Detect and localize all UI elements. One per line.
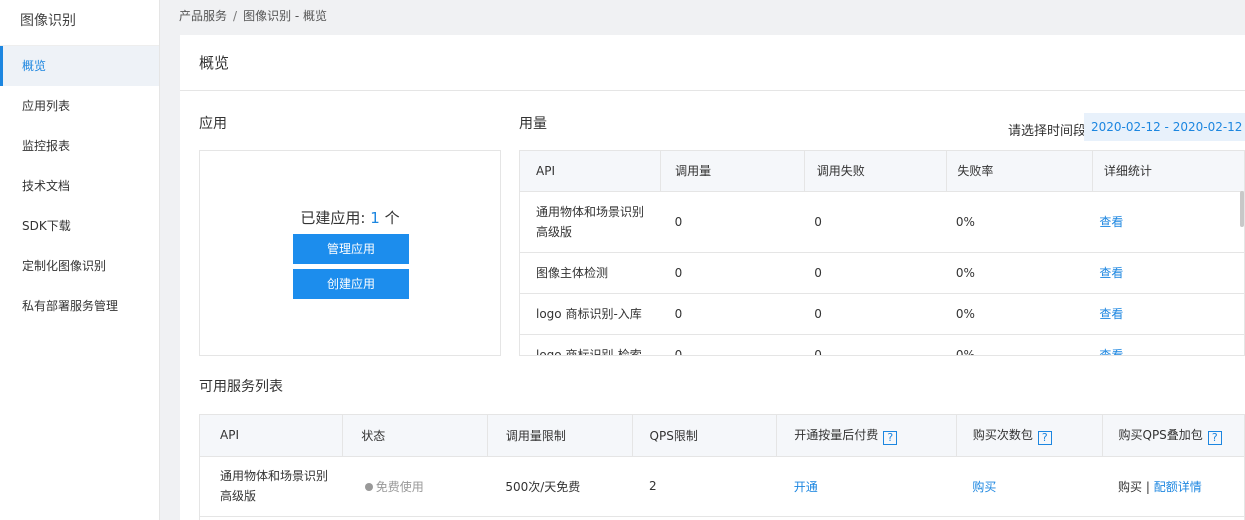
- table-row: 图像主体检测 0 0 0% 查看: [520, 252, 1244, 294]
- breadcrumb: 产品服务 / 图像识别 - 概览: [160, 0, 1245, 34]
- enable-postpay-link[interactable]: 开通: [794, 480, 818, 494]
- sidebar-item-overview[interactable]: 概览: [0, 46, 159, 86]
- view-stats-link[interactable]: 查看: [1099, 307, 1123, 321]
- status-text: 免费使用: [375, 479, 424, 494]
- api-name: 通用物体和场景识别: [220, 469, 329, 483]
- apps-card: 已建应用: 1 个 管理应用 创建应用: [199, 150, 501, 356]
- date-range-value: 2020-02-12 - 2020-02-12: [1091, 120, 1243, 134]
- date-range-picker[interactable]: 2020-02-12 - 2020-02-12: [1084, 113, 1245, 141]
- sidebar: 图像识别 概览 应用列表 监控报表 技术文档 SDK下载 定制化图像识别 私有部…: [0, 0, 160, 520]
- svc-col-postpay-label: 开通按量后付费: [794, 427, 879, 442]
- app-count-label: 已建应用:: [300, 209, 366, 227]
- usage-col-calls: 调用量: [660, 151, 805, 192]
- usage-fails-cell: 0: [804, 191, 947, 253]
- api-name-sub: 高级版: [536, 224, 573, 239]
- usage-rate-cell: 0%: [946, 334, 1093, 355]
- apps-section-title: 应用: [199, 116, 227, 132]
- usage-fails-cell: 0: [804, 293, 947, 335]
- usage-calls-cell: 0: [660, 191, 805, 253]
- services-section-title: 可用服务列表: [199, 379, 283, 395]
- breadcrumb-root[interactable]: 产品服务: [179, 9, 227, 23]
- svc-col-qps-pack: 购买QPS叠加包?: [1102, 415, 1244, 457]
- usage-table-container: API 调用量 调用失败 失败率 详细统计 通用物体和场景识别 高级版 0 0 0…: [519, 150, 1245, 356]
- help-icon[interactable]: ?: [1207, 430, 1222, 445]
- app-count-value: 1: [370, 209, 380, 227]
- help-icon[interactable]: ?: [883, 430, 898, 445]
- app-count-unit: 个: [384, 209, 400, 227]
- manage-apps-button[interactable]: 管理应用: [293, 234, 409, 264]
- table-row: logo 商标识别-检索 0 0 0% 查看: [520, 334, 1244, 355]
- services-table-container: API 状态 调用量限制 QPS限制 开通按量后付费? 购买次数包? 购买QPS…: [199, 414, 1245, 520]
- create-app-button[interactable]: 创建应用: [293, 269, 409, 299]
- svc-qps-cell: 2: [632, 456, 777, 517]
- usage-calls-cell: 0: [660, 334, 805, 355]
- date-range-label: 请选择时间段: [1008, 124, 1087, 139]
- quota-details-link[interactable]: 配额详情: [1154, 480, 1202, 494]
- usage-rate-cell: 0%: [946, 293, 1093, 335]
- usage-api-cell: 通用物体和场景识别 高级版: [520, 191, 661, 253]
- usage-api-cell: logo 商标识别-入库: [520, 293, 661, 335]
- usage-calls-cell: 0: [660, 293, 805, 335]
- svc-col-api: API: [200, 415, 344, 457]
- svc-col-qps: QPS限制: [632, 415, 778, 457]
- table-row: 通用物体和场景识别 高级版 0 0 0% 查看: [520, 191, 1244, 253]
- usage-fails-cell: 0: [804, 252, 947, 294]
- api-name-sub: 高级版: [220, 489, 257, 503]
- services-table-header: API 状态 调用量限制 QPS限制 开通按量后付费? 购买次数包? 购买QPS…: [200, 415, 1244, 457]
- services-table: API 状态 调用量限制 QPS限制 开通按量后付费? 购买次数包? 购买QPS…: [200, 415, 1244, 517]
- usage-table-scrollbar[interactable]: [1240, 191, 1244, 227]
- svc-api-cell: 通用物体和场景识别 高级版: [200, 456, 343, 517]
- main-panel: 概览 应用 已建应用: 1 个 管理应用 创建应用 用量 请选择时间段 2020…: [180, 35, 1245, 520]
- usage-rate-cell: 0%: [946, 191, 1093, 253]
- svc-limit-cell: 500次/天免费: [487, 456, 633, 517]
- usage-col-detail: 详细统计: [1092, 151, 1244, 192]
- api-name: 通用物体和场景识别: [536, 204, 645, 219]
- usage-calls-cell: 0: [660, 252, 805, 294]
- svc-col-status: 状态: [342, 415, 488, 457]
- usage-col-api: API: [520, 151, 662, 192]
- svc-col-qps-pack-label: 购买QPS叠加包: [1118, 427, 1203, 442]
- usage-section-title: 用量: [519, 116, 547, 132]
- view-stats-link[interactable]: 查看: [1099, 266, 1123, 280]
- svc-col-pack-label: 购买次数包: [972, 427, 1033, 442]
- breadcrumb-separator: /: [233, 9, 238, 23]
- view-stats-link[interactable]: 查看: [1099, 215, 1123, 229]
- usage-api-cell: 图像主体检测: [520, 252, 661, 294]
- usage-fails-cell: 0: [804, 334, 947, 355]
- usage-table-header: API 调用量 调用失败 失败率 详细统计: [520, 151, 1244, 192]
- svc-qps-pack-cell: 购买 | 配额详情: [1102, 456, 1244, 517]
- usage-col-fails: 调用失败: [804, 151, 948, 192]
- usage-api-cell: logo 商标识别-检索: [520, 334, 661, 355]
- link-separator: |: [1145, 479, 1150, 494]
- buy-qps-link[interactable]: 购买: [1118, 480, 1142, 494]
- view-stats-link[interactable]: 查看: [1099, 348, 1123, 355]
- buy-pack-link[interactable]: 购买: [972, 480, 996, 494]
- svc-col-pack: 购买次数包?: [956, 415, 1103, 457]
- sidebar-item-custom[interactable]: 定制化图像识别: [0, 246, 159, 286]
- sidebar-item-private[interactable]: 私有部署服务管理: [0, 286, 159, 326]
- table-row: logo 商标识别-入库 0 0 0% 查看: [520, 293, 1244, 335]
- sidebar-item-app-list[interactable]: 应用列表: [0, 86, 159, 126]
- app-count: 已建应用: 1 个: [200, 207, 500, 228]
- sidebar-title: 图像识别: [0, 0, 159, 46]
- usage-table: API 调用量 调用失败 失败率 详细统计 通用物体和场景识别 高级版 0 0 0…: [520, 151, 1244, 355]
- help-icon[interactable]: ?: [1037, 430, 1052, 445]
- page-title: 概览: [180, 35, 1245, 91]
- sidebar-item-monitor[interactable]: 监控报表: [0, 126, 159, 166]
- usage-col-rate: 失败率: [946, 151, 1093, 192]
- table-row: 通用物体和场景识别 高级版 免费使用 500次/天免费 2 开通 购买 购买 | …: [200, 456, 1244, 517]
- svc-status-cell: 免费使用: [342, 456, 488, 517]
- svc-col-limit: 调用量限制: [487, 415, 633, 457]
- breadcrumb-current: 图像识别 - 概览: [243, 9, 328, 23]
- usage-rate-cell: 0%: [946, 252, 1093, 294]
- sidebar-item-docs[interactable]: 技术文档: [0, 166, 159, 206]
- svc-col-postpay: 开通按量后付费?: [776, 415, 957, 457]
- sidebar-item-sdk[interactable]: SDK下载: [0, 206, 159, 246]
- status-dot-icon: [364, 482, 373, 491]
